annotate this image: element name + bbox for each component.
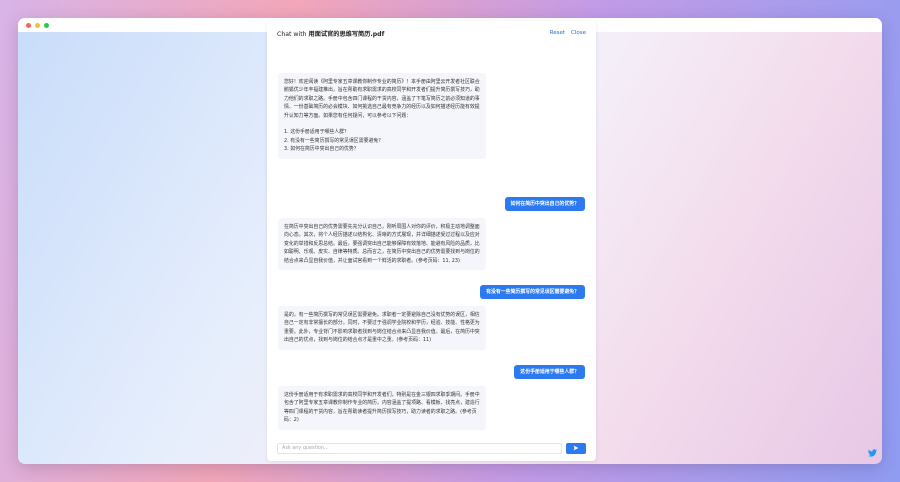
- close-window-dot[interactable]: [26, 22, 31, 28]
- user-message: 如何在简历中突出自己的优势？: [504, 197, 585, 211]
- user-message: 有没有一些简历撰写的常见误区需要避免？: [480, 285, 585, 299]
- composer: [267, 435, 596, 461]
- send-icon: [573, 445, 579, 451]
- maximize-window-dot[interactable]: [44, 22, 49, 28]
- reset-button[interactable]: Reset: [550, 30, 565, 36]
- twitter-icon[interactable]: [868, 449, 877, 457]
- chat-header: Chat with 用面试官的思维写简历.pdf Reset Close: [267, 23, 596, 43]
- bot-message: 是的，有一些简历撰写的常见误区需要避免。求职者一定要避除自己没有优势的误区，相信…: [278, 306, 486, 350]
- document-name: 用面试官的思维写简历.pdf: [308, 30, 385, 38]
- message-list[interactable]: 您好！欢迎阅读《阿里专家五章课教你制作专业的简历》！本手册由阿里云开发者社区联合…: [267, 43, 596, 435]
- question-input[interactable]: [277, 442, 562, 454]
- send-button[interactable]: [566, 442, 586, 454]
- bot-message: 这份手册适用于有求职需求的高校同学和开发者们，特别是在金三银四求职季期间。手册中…: [278, 386, 486, 430]
- close-button[interactable]: Close: [571, 30, 586, 36]
- chat-title: Chat with 用面试官的思维写简历.pdf: [277, 29, 384, 38]
- chat-panel: Chat with 用面试官的思维写简历.pdf Reset Close 您好！…: [267, 21, 596, 461]
- chat-title-prefix: Chat with: [277, 30, 307, 38]
- minimize-window-dot[interactable]: [35, 22, 40, 28]
- user-message: 这份手册适用于哪些人群？: [514, 365, 585, 379]
- bot-message: 您好！欢迎阅读《阿里专家五章课教你制作专业的简历》！本手册由阿里云开发者社区联合…: [278, 73, 486, 159]
- bot-message: 在简历中突出自己的优势需要先充分认识自己，刚听周围人对你的评价，积极主动地调整面…: [278, 218, 486, 271]
